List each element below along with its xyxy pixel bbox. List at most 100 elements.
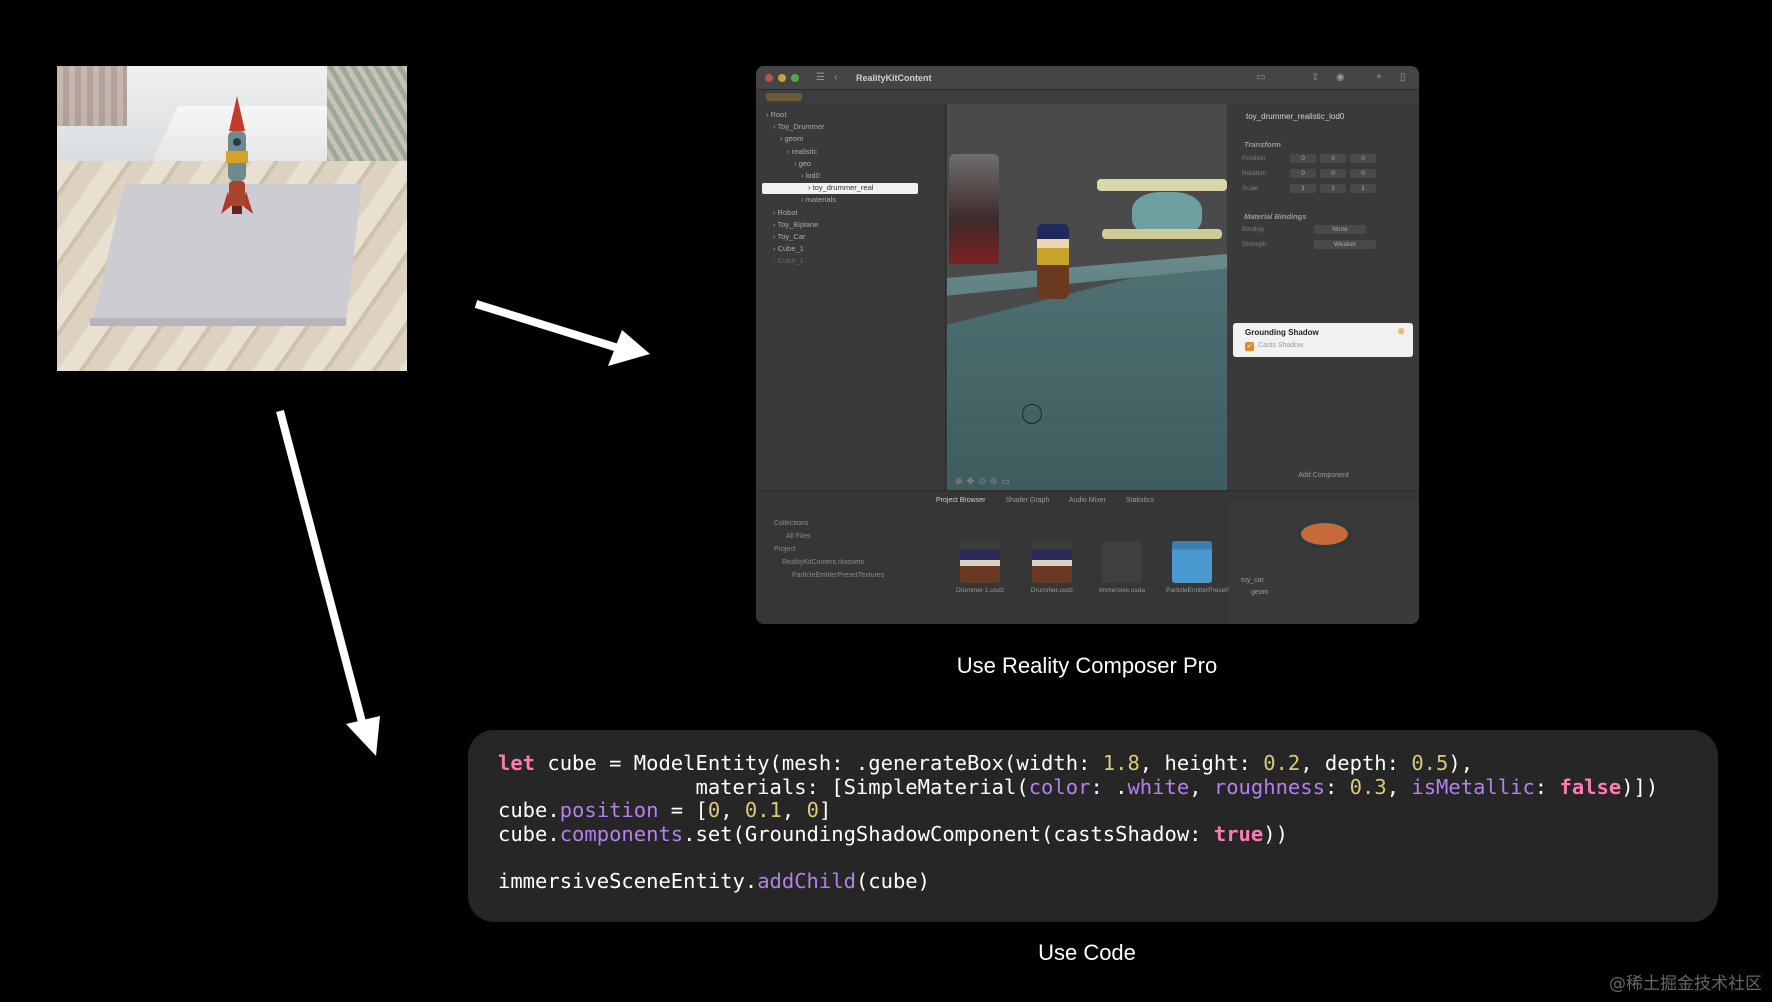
drummer-model[interactable] (1037, 224, 1069, 299)
asset-tile[interactable]: Immersive.usda (1096, 541, 1148, 594)
code-token: cube = ModelEntity(mesh: .generateBox(wi… (535, 751, 1103, 775)
sidebar-toggle-icon[interactable]: ☰ (816, 72, 825, 83)
outline-item[interactable]: › Robot (773, 208, 798, 219)
code-token: 0.1 (744, 798, 782, 822)
outline-item[interactable]: › materials (801, 195, 836, 206)
tab-project-browser[interactable]: Project Browser (936, 497, 985, 504)
asset-tile[interactable]: ParticleEmitterPresetTex... (1166, 541, 1243, 594)
scene-thumbnail (1102, 541, 1142, 583)
tab-statistics[interactable]: Statistics (1126, 497, 1154, 504)
code-token: white (1127, 774, 1190, 799)
grounding-shadow-title: Grounding Shadow (1245, 328, 1319, 337)
rotation-z-field[interactable]: 0 (1350, 169, 1376, 178)
bottom-tab-bar: Project Browser Shader Graph Audio Mixer… (936, 497, 1172, 504)
tab-audio-mixer[interactable]: Audio Mixer (1069, 497, 1106, 504)
viewport-toolbar[interactable]: ⊕✥⊙⊖▭ (955, 476, 1014, 487)
folder-icon (1172, 541, 1212, 583)
outline-item[interactable]: › geo (794, 159, 811, 170)
outline-item[interactable]: › lod0 (801, 171, 820, 182)
scale-y-field[interactable]: 1 (1320, 184, 1346, 193)
inspector-toggle-icon[interactable]: ▯ (1400, 72, 1406, 83)
scale-x-field[interactable]: 1 (1290, 184, 1316, 193)
code-token: (cube) (855, 868, 930, 893)
material-bindings-title[interactable]: Material Bindings (1244, 212, 1307, 221)
watermark: @稀土掘金技术社区 (1609, 974, 1762, 994)
casts-shadow-checkbox[interactable]: ✓ (1245, 342, 1254, 351)
code-token: 0.3 (1349, 774, 1387, 799)
binding-select[interactable]: None (1314, 225, 1366, 234)
back-icon[interactable]: ‹ (834, 72, 837, 83)
window-titlebar: ☰ ‹ RealityKitContent ▭ ⇪ ◉ + ▯ (756, 66, 1419, 90)
transform-section-title[interactable]: Transform (1244, 140, 1281, 149)
robot-model[interactable] (949, 154, 999, 264)
zoom-button[interactable] (791, 74, 799, 82)
code-token: isMetallic (1411, 774, 1535, 799)
outline-item[interactable]: › Root (766, 110, 786, 121)
tab-shader-graph[interactable]: Shader Graph (1005, 497, 1049, 504)
code-token: 0 (806, 798, 819, 822)
code-token: cube. (498, 798, 560, 822)
outline-item[interactable]: › toy_drummer_real (762, 183, 918, 195)
code-token: components (559, 821, 684, 846)
code-token: )) (1263, 821, 1288, 846)
asset-tile[interactable]: Drummer 1.usdz (954, 541, 1006, 594)
code-token: false (1559, 774, 1622, 799)
code-token: 1.8 (1102, 751, 1140, 775)
rotation-y-field[interactable]: 0 (1320, 169, 1346, 178)
3d-viewport[interactable]: ⊕✥⊙⊖▭ (947, 104, 1227, 490)
caption-rcp: Use Reality Composer Pro (956, 653, 1218, 678)
position-x-field[interactable]: 0 (1290, 154, 1316, 163)
position-y-field[interactable]: 0 (1320, 154, 1346, 163)
preview-photo (57, 66, 407, 371)
browser-sidebar: Collections All Files Project RealityKit… (774, 517, 884, 582)
asset-tile[interactable]: Drummer.usdz (1026, 541, 1078, 594)
code-token: 0 (707, 798, 721, 822)
display-icon[interactable]: ▭ (1256, 72, 1265, 83)
project-label: Project (774, 546, 796, 553)
code-token: , (781, 798, 807, 822)
code-token: materials: [SimpleMaterial( (498, 774, 1029, 799)
strength-select[interactable]: Weaker (1314, 240, 1376, 249)
outline-item[interactable]: › realistic (787, 147, 817, 158)
add-icon[interactable]: + (1376, 72, 1382, 83)
scene-outline: › Root › Toy_Drummer › geom › realistic › ge… (756, 104, 946, 490)
drummer-thumbnail (960, 541, 1000, 583)
outline-item[interactable]: › Cube_1 (773, 256, 804, 267)
preview-tree-item[interactable]: geom (1241, 587, 1269, 599)
collections-label: Collections (774, 520, 809, 527)
camera-icon[interactable]: ◉ (1336, 72, 1345, 83)
code-token: 0.2 (1263, 751, 1301, 775)
project-rkassets-item[interactable]: RealityKitContent.rkassets (774, 556, 884, 569)
outline-item[interactable]: › Toy_Biplane (773, 220, 818, 231)
transform-gizmo[interactable] (1022, 404, 1042, 424)
asset-name: Drummer.usdz (1030, 587, 1074, 594)
asset-name: Immersive.usda (1099, 587, 1145, 594)
reality-composer-pro-window: ☰ ‹ RealityKitContent ▭ ⇪ ◉ + ▯ › Root › … (756, 66, 1419, 624)
code-block: let cube = ModelEntity(mesh: .generateBo… (468, 730, 1718, 922)
code-token: true (1213, 821, 1264, 846)
code-token: , height: (1139, 751, 1264, 775)
share-icon[interactable]: ⇪ (1311, 72, 1319, 83)
toy-car-preview (1297, 519, 1352, 549)
add-component-button[interactable]: Add Component (1228, 472, 1419, 479)
code-token: let (498, 751, 536, 775)
scene-tab[interactable] (766, 93, 802, 101)
biplane-top-wing[interactable] (1097, 179, 1227, 191)
remove-component-icon[interactable]: ⊗ (1397, 326, 1405, 337)
biplane-bottom-wing[interactable] (1102, 229, 1222, 239)
inspector-panel: toy_drummer_realistic_lod0 Transform Pos… (1228, 104, 1419, 490)
outline-item[interactable]: › Toy_Car (773, 232, 805, 243)
scale-label: Scale (1242, 185, 1259, 192)
inspector-entity-name: toy_drummer_realistic_lod0 (1246, 112, 1345, 121)
preview-tree-item[interactable]: toy_car (1241, 575, 1269, 587)
outline-item[interactable]: › Cube_1 (773, 244, 804, 255)
particle-textures-item[interactable]: ParticleEmitterPresetTextures (774, 569, 884, 582)
position-z-field[interactable]: 0 (1350, 154, 1376, 163)
outline-item[interactable]: › Toy_Drummer (773, 122, 825, 133)
scale-z-field[interactable]: 1 (1350, 184, 1376, 193)
all-files-item[interactable]: All Files (774, 530, 884, 543)
outline-item[interactable]: › geom (780, 134, 803, 145)
minimize-button[interactable] (778, 74, 786, 82)
close-button[interactable] (765, 74, 773, 82)
rotation-x-field[interactable]: 0 (1290, 169, 1316, 178)
